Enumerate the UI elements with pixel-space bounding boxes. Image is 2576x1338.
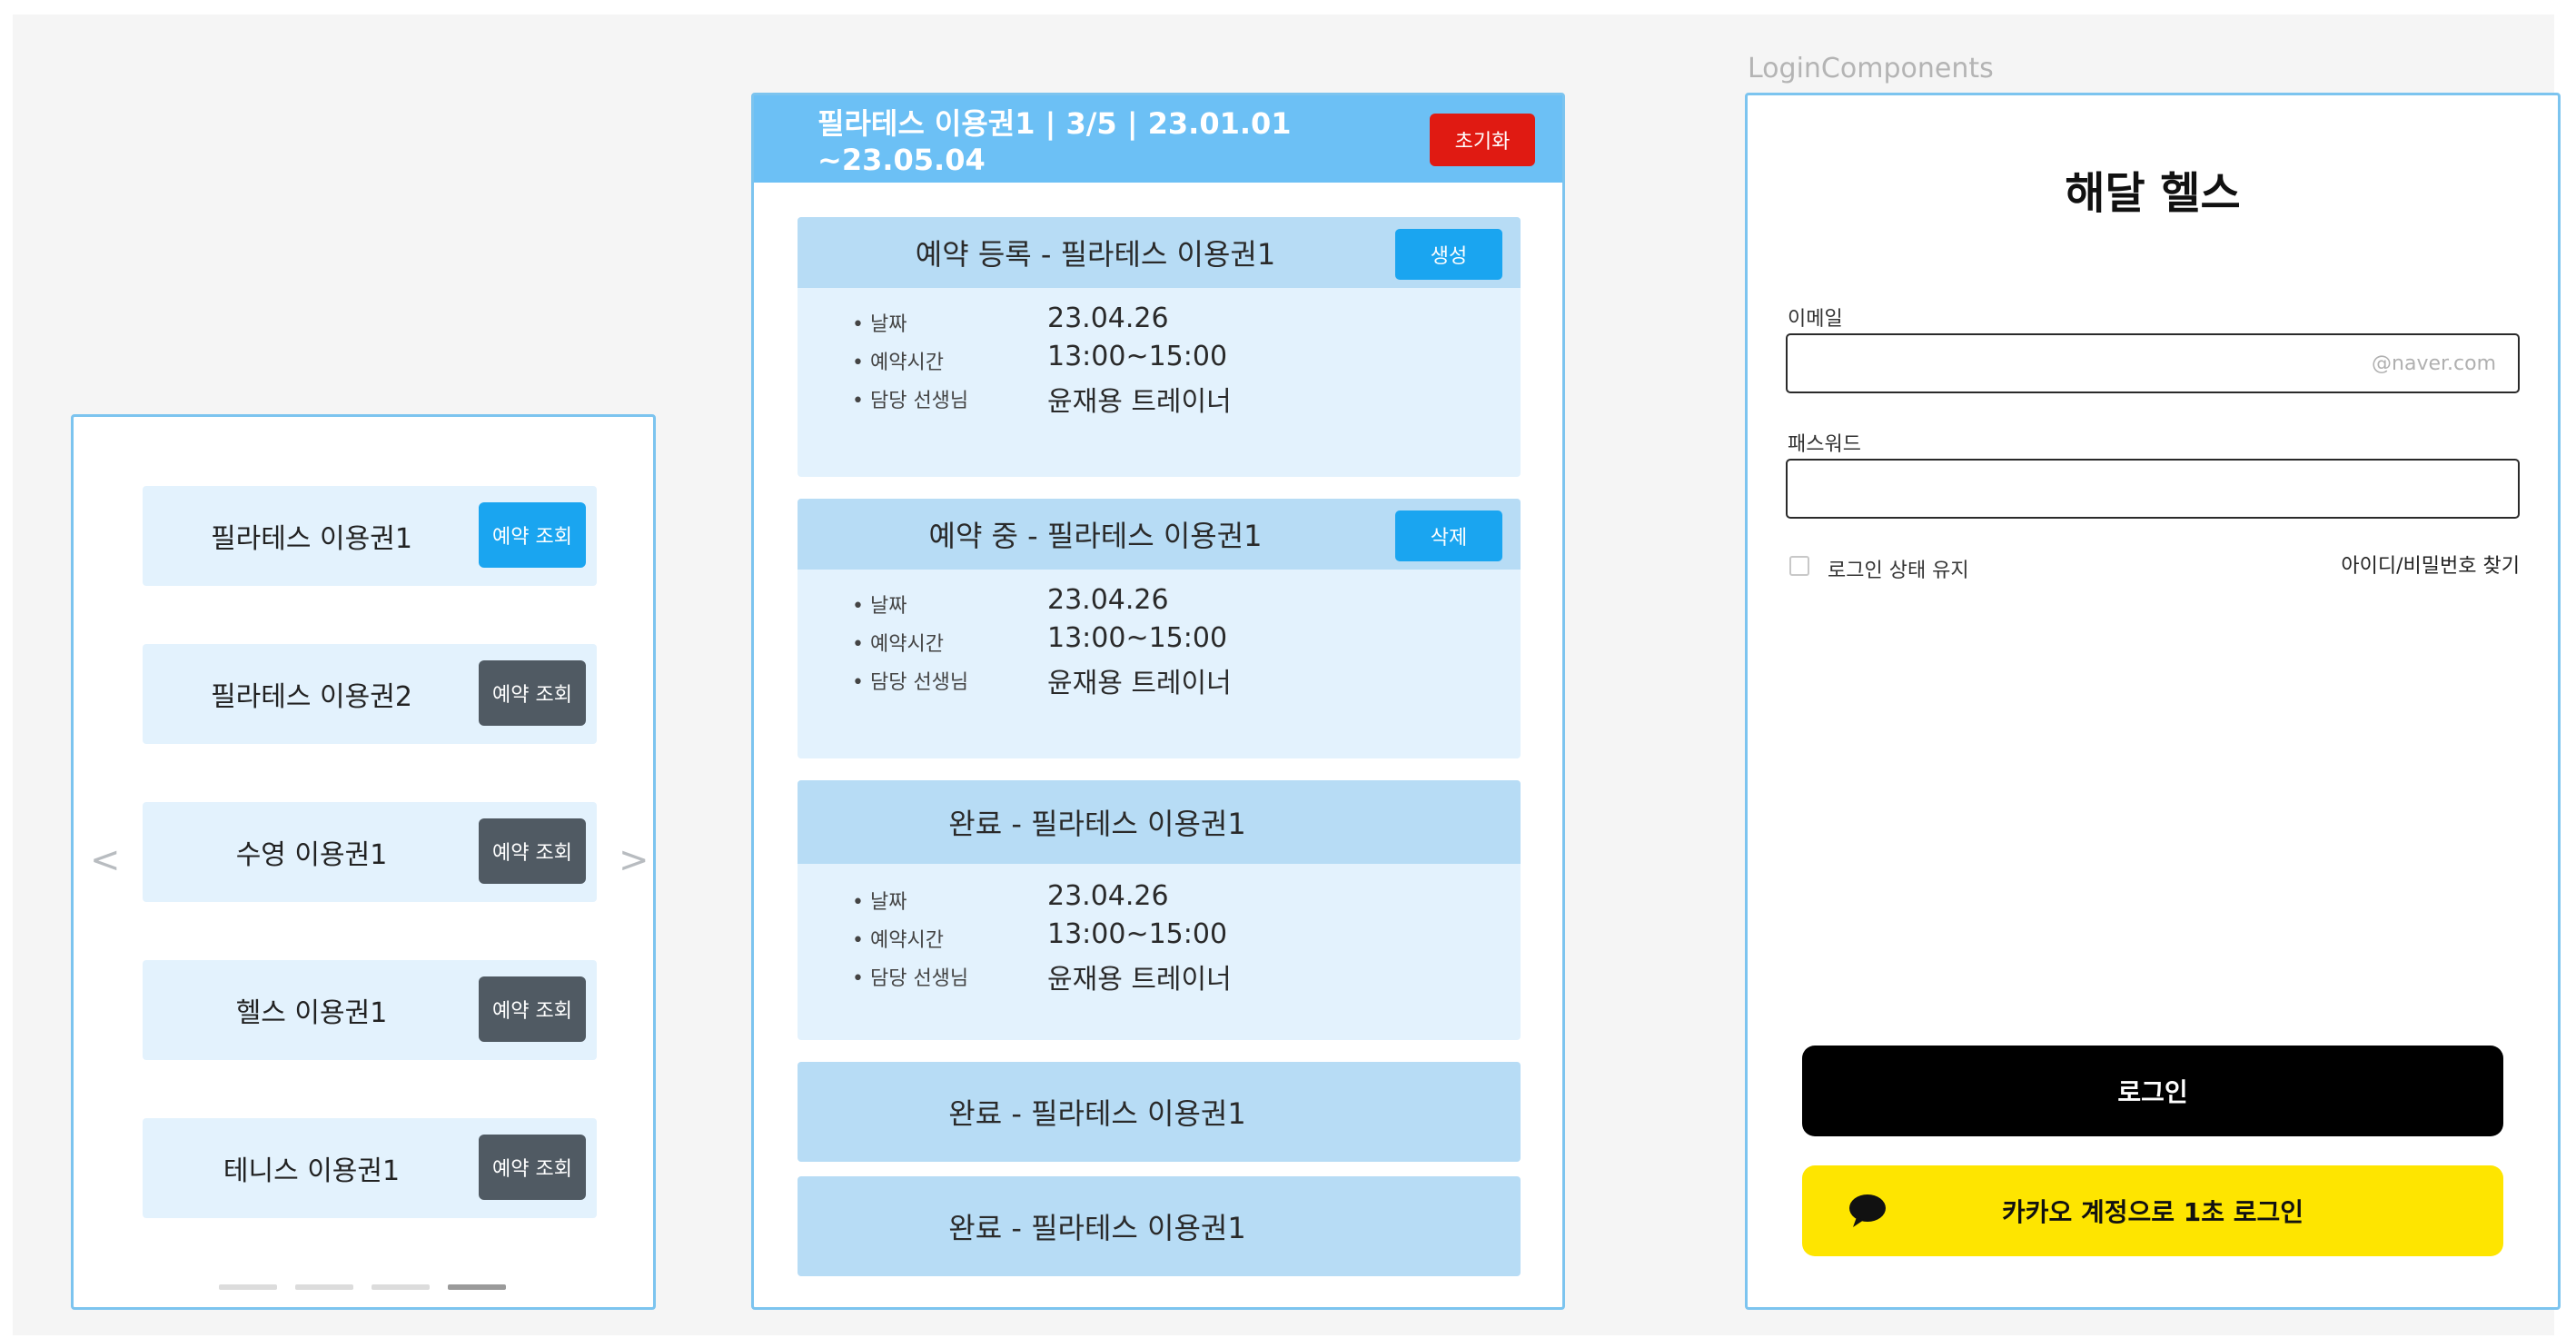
- page-dot[interactable]: [219, 1284, 277, 1290]
- detail-value: 윤재용 트레이너: [1047, 668, 1232, 699]
- pass-row-swimming-1[interactable]: 수영 이용권1 예약 조회: [143, 802, 597, 902]
- login-button-label: 로그인: [2117, 1077, 2188, 1107]
- detail-label: • 날짜: [852, 595, 907, 618]
- card-title: 완료 - 필라테스 이용권1: [948, 1096, 1246, 1131]
- password-label: 패스워드: [1788, 433, 1861, 456]
- design-canvas: 필라테스 이용권1 예약 조회 필라테스 이용권2 예약 조회 수영 이용권1 …: [13, 15, 2561, 1335]
- card-title: 완료 - 필라테스 이용권1: [948, 1211, 1246, 1245]
- delete-button[interactable]: 삭제: [1395, 510, 1502, 561]
- detail-label: • 날짜: [852, 313, 907, 336]
- pass-summary-header: 필라테스 이용권1 | 3/5 | 23.01.01 ~23.05.04 초기화: [754, 95, 1562, 183]
- view-reservations-button[interactable]: 예약 조회: [479, 976, 586, 1042]
- reservation-card-register: 예약 등록 - 필라테스 이용권1 생성 • 날짜 23.04.26 • 예약시…: [798, 217, 1521, 477]
- detail-value: 윤재용 트레이너: [1047, 964, 1232, 996]
- pass-row-pilates-2[interactable]: 필라테스 이용권2 예약 조회: [143, 644, 597, 744]
- detail-label: • 담당 선생님: [852, 671, 969, 694]
- card-header: 예약 등록 - 필라테스 이용권1 생성: [798, 217, 1521, 288]
- reservation-card-collapsed[interactable]: 완료 - 필라테스 이용권1: [798, 1176, 1521, 1276]
- reservation-card-pending: 예약 중 - 필라테스 이용권1 삭제 • 날짜 23.04.26 • 예약시간…: [798, 499, 1521, 758]
- detail-label: • 담당 선생님: [852, 967, 969, 990]
- next-arrow-icon[interactable]: >: [619, 839, 649, 881]
- reservation-details: • 날짜 23.04.26 • 예약시간 13:00~15:00 • 담당 선생…: [852, 880, 1488, 1000]
- pass-summary-title: 필라테스 이용권1 | 3/5 | 23.01.01 ~23.05.04: [817, 106, 1292, 177]
- detail-row: • 담당 선생님 윤재용 트레이너: [852, 384, 1488, 422]
- detail-label: • 예약시간: [852, 352, 944, 374]
- create-button[interactable]: 생성: [1395, 229, 1502, 280]
- card-title: 예약 등록 - 필라테스 이용권1: [915, 237, 1276, 272]
- pass-name: 필라테스 이용권1: [211, 523, 412, 555]
- pass-name: 테니스 이용권1: [223, 1155, 401, 1187]
- reservation-details: • 날짜 23.04.26 • 예약시간 13:00~15:00 • 담당 선생…: [852, 584, 1488, 704]
- frame-caption: LoginComponents: [1748, 53, 1994, 84]
- kakao-login-button[interactable]: 카카오 계정으로 1초 로그인: [1802, 1165, 2503, 1256]
- detail-label: • 날짜: [852, 891, 907, 914]
- pass-name: 헬스 이용권1: [235, 997, 388, 1029]
- pass-row-pilates-1[interactable]: 필라테스 이용권1 예약 조회: [143, 486, 597, 586]
- prev-arrow-icon[interactable]: <: [90, 839, 121, 881]
- view-reservations-button[interactable]: 예약 조회: [479, 818, 586, 884]
- detail-row: • 담당 선생님 윤재용 트레이너: [852, 962, 1488, 1000]
- reset-button[interactable]: 초기화: [1430, 114, 1535, 166]
- app-title: 해달 헬스: [2065, 168, 2241, 219]
- detail-row: • 담당 선생님 윤재용 트레이너: [852, 666, 1488, 704]
- detail-value: 23.04.26: [1047, 302, 1169, 334]
- page-dot[interactable]: [372, 1284, 430, 1290]
- email-field[interactable]: [1786, 333, 2520, 393]
- pass-row-gym-1[interactable]: 헬스 이용권1 예약 조회: [143, 960, 597, 1060]
- password-field[interactable]: [1786, 459, 2520, 519]
- detail-value: 23.04.26: [1047, 584, 1169, 616]
- detail-value: 13:00~15:00: [1047, 918, 1228, 950]
- detail-value: 13:00~15:00: [1047, 622, 1228, 654]
- kakao-button-label: 카카오 계정으로 1초 로그인: [2001, 1197, 2304, 1227]
- view-reservations-button[interactable]: 예약 조회: [479, 660, 586, 726]
- speech-bubble-icon: [1849, 1194, 1886, 1227]
- detail-label: • 담당 선생님: [852, 390, 969, 412]
- email-label: 이메일: [1788, 308, 1843, 331]
- card-header: 완료 - 필라테스 이용권1: [798, 780, 1521, 864]
- login-panel: 해달 헬스 이메일 패스워드 로그인 상태 유지 아이디/비밀번호 찾기 로그인…: [1745, 93, 2561, 1310]
- view-reservations-button[interactable]: 예약 조회: [479, 502, 586, 568]
- card-header: 예약 중 - 필라테스 이용권1 삭제: [798, 499, 1521, 570]
- view-reservations-button[interactable]: 예약 조회: [479, 1135, 586, 1200]
- reservation-card-collapsed[interactable]: 완료 - 필라테스 이용권1: [798, 1062, 1521, 1162]
- detail-value: 13:00~15:00: [1047, 341, 1228, 372]
- detail-label: • 예약시간: [852, 929, 944, 952]
- pass-name: 필라테스 이용권2: [211, 681, 412, 713]
- keep-login-checkbox[interactable]: [1789, 556, 1809, 576]
- detail-value: 윤재용 트레이너: [1047, 386, 1232, 418]
- page-dot[interactable]: [295, 1284, 353, 1290]
- card-title: 예약 중 - 필라테스 이용권1: [928, 519, 1263, 553]
- pass-row-tennis-1[interactable]: 테니스 이용권1 예약 조회: [143, 1118, 597, 1218]
- reservation-details: • 날짜 23.04.26 • 예약시간 13:00~15:00 • 담당 선생…: [852, 302, 1488, 422]
- detail-label: • 예약시간: [852, 633, 944, 656]
- login-button[interactable]: 로그인: [1802, 1046, 2503, 1136]
- card-title: 완료 - 필라테스 이용권1: [948, 807, 1246, 841]
- keep-login-label: 로그인 상태 유지: [1828, 560, 1969, 582]
- detail-value: 23.04.26: [1047, 880, 1169, 912]
- pass-list-panel: 필라테스 이용권1 예약 조회 필라테스 이용권2 예약 조회 수영 이용권1 …: [71, 414, 656, 1310]
- reservation-panel: 필라테스 이용권1 | 3/5 | 23.01.01 ~23.05.04 초기화…: [751, 93, 1565, 1310]
- find-account-link[interactable]: 아이디/비밀번호 찾기: [2341, 550, 2520, 579]
- page-indicator: [219, 1284, 528, 1292]
- page-dot-active[interactable]: [448, 1284, 506, 1290]
- pass-name: 수영 이용권1: [235, 839, 388, 871]
- reservation-card-completed: 완료 - 필라테스 이용권1 • 날짜 23.04.26 • 예약시간 13:0…: [798, 780, 1521, 1040]
